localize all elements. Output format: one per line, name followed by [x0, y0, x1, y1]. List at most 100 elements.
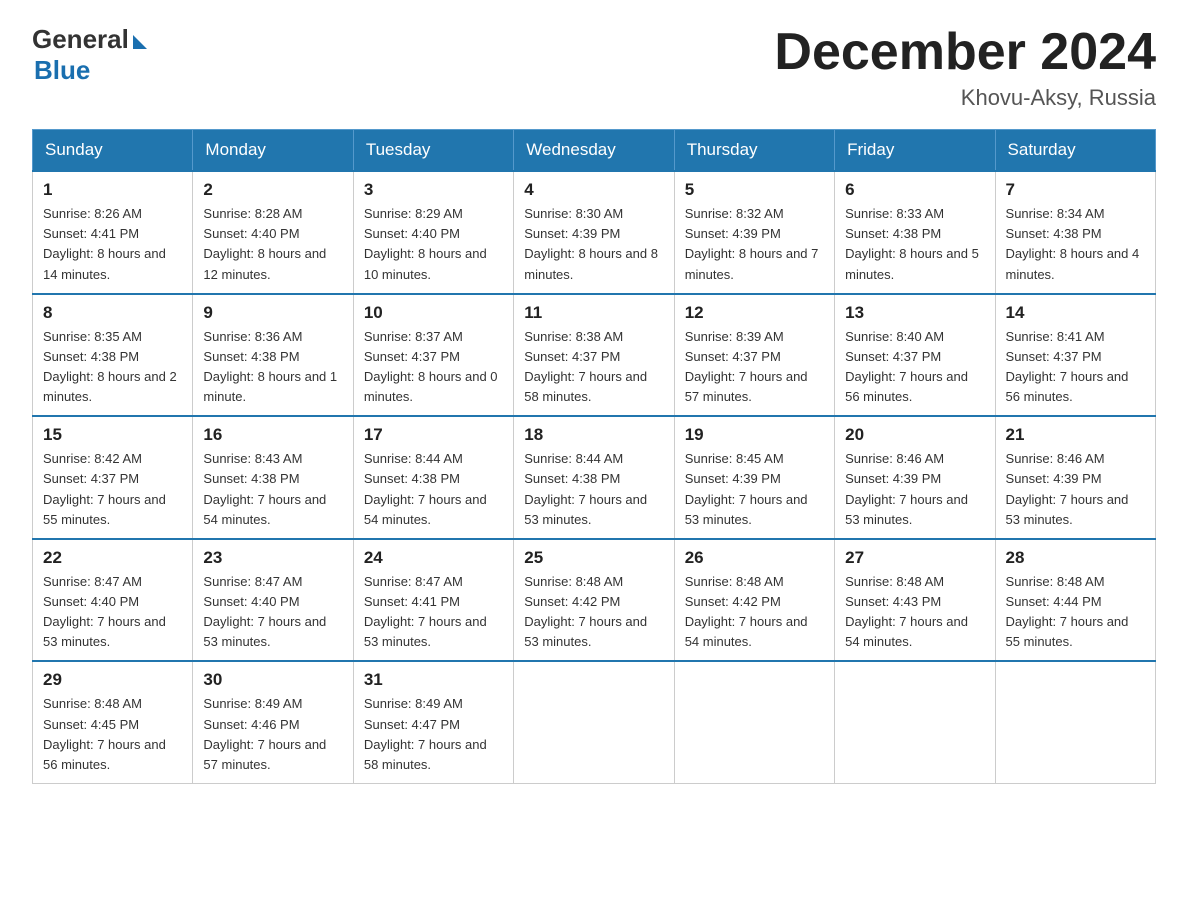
day-info: Sunrise: 8:40 AM Sunset: 4:37 PM Dayligh… — [845, 327, 984, 408]
day-number: 13 — [845, 303, 984, 323]
day-number: 16 — [203, 425, 342, 445]
table-row: 31 Sunrise: 8:49 AM Sunset: 4:47 PM Dayl… — [353, 661, 513, 783]
day-number: 31 — [364, 670, 503, 690]
table-row: 23 Sunrise: 8:47 AM Sunset: 4:40 PM Dayl… — [193, 539, 353, 662]
table-row: 27 Sunrise: 8:48 AM Sunset: 4:43 PM Dayl… — [835, 539, 995, 662]
table-row: 7 Sunrise: 8:34 AM Sunset: 4:38 PM Dayli… — [995, 171, 1155, 294]
table-row: 21 Sunrise: 8:46 AM Sunset: 4:39 PM Dayl… — [995, 416, 1155, 539]
table-row: 16 Sunrise: 8:43 AM Sunset: 4:38 PM Dayl… — [193, 416, 353, 539]
day-number: 4 — [524, 180, 663, 200]
day-number: 8 — [43, 303, 182, 323]
logo-triangle-icon — [133, 35, 147, 49]
header-wednesday: Wednesday — [514, 130, 674, 172]
day-number: 9 — [203, 303, 342, 323]
day-info: Sunrise: 8:32 AM Sunset: 4:39 PM Dayligh… — [685, 204, 824, 285]
day-info: Sunrise: 8:48 AM Sunset: 4:42 PM Dayligh… — [685, 572, 824, 653]
table-row — [835, 661, 995, 783]
day-number: 10 — [364, 303, 503, 323]
day-info: Sunrise: 8:47 AM Sunset: 4:41 PM Dayligh… — [364, 572, 503, 653]
table-row: 1 Sunrise: 8:26 AM Sunset: 4:41 PM Dayli… — [33, 171, 193, 294]
table-row: 20 Sunrise: 8:46 AM Sunset: 4:39 PM Dayl… — [835, 416, 995, 539]
table-row: 30 Sunrise: 8:49 AM Sunset: 4:46 PM Dayl… — [193, 661, 353, 783]
day-number: 5 — [685, 180, 824, 200]
day-number: 14 — [1006, 303, 1145, 323]
table-row: 3 Sunrise: 8:29 AM Sunset: 4:40 PM Dayli… — [353, 171, 513, 294]
title-area: December 2024 Khovu-Aksy, Russia — [774, 24, 1156, 111]
table-row: 13 Sunrise: 8:40 AM Sunset: 4:37 PM Dayl… — [835, 294, 995, 417]
table-row: 26 Sunrise: 8:48 AM Sunset: 4:42 PM Dayl… — [674, 539, 834, 662]
day-number: 17 — [364, 425, 503, 445]
table-row: 22 Sunrise: 8:47 AM Sunset: 4:40 PM Dayl… — [33, 539, 193, 662]
day-info: Sunrise: 8:34 AM Sunset: 4:38 PM Dayligh… — [1006, 204, 1145, 285]
table-row: 18 Sunrise: 8:44 AM Sunset: 4:38 PM Dayl… — [514, 416, 674, 539]
day-info: Sunrise: 8:38 AM Sunset: 4:37 PM Dayligh… — [524, 327, 663, 408]
day-info: Sunrise: 8:48 AM Sunset: 4:42 PM Dayligh… — [524, 572, 663, 653]
table-row: 9 Sunrise: 8:36 AM Sunset: 4:38 PM Dayli… — [193, 294, 353, 417]
day-number: 25 — [524, 548, 663, 568]
day-info: Sunrise: 8:29 AM Sunset: 4:40 PM Dayligh… — [364, 204, 503, 285]
table-row: 25 Sunrise: 8:48 AM Sunset: 4:42 PM Dayl… — [514, 539, 674, 662]
day-info: Sunrise: 8:44 AM Sunset: 4:38 PM Dayligh… — [364, 449, 503, 530]
day-info: Sunrise: 8:49 AM Sunset: 4:47 PM Dayligh… — [364, 694, 503, 775]
calendar-subtitle: Khovu-Aksy, Russia — [774, 85, 1156, 111]
day-info: Sunrise: 8:36 AM Sunset: 4:38 PM Dayligh… — [203, 327, 342, 408]
table-row: 6 Sunrise: 8:33 AM Sunset: 4:38 PM Dayli… — [835, 171, 995, 294]
calendar-title: December 2024 — [774, 24, 1156, 81]
table-row — [674, 661, 834, 783]
day-number: 29 — [43, 670, 182, 690]
table-row: 17 Sunrise: 8:44 AM Sunset: 4:38 PM Dayl… — [353, 416, 513, 539]
day-number: 21 — [1006, 425, 1145, 445]
header-friday: Friday — [835, 130, 995, 172]
calendar-header-row: Sunday Monday Tuesday Wednesday Thursday… — [33, 130, 1156, 172]
day-info: Sunrise: 8:48 AM Sunset: 4:43 PM Dayligh… — [845, 572, 984, 653]
day-number: 18 — [524, 425, 663, 445]
day-number: 3 — [364, 180, 503, 200]
day-info: Sunrise: 8:46 AM Sunset: 4:39 PM Dayligh… — [845, 449, 984, 530]
day-info: Sunrise: 8:49 AM Sunset: 4:46 PM Dayligh… — [203, 694, 342, 775]
header-thursday: Thursday — [674, 130, 834, 172]
day-number: 1 — [43, 180, 182, 200]
calendar-week-row: 22 Sunrise: 8:47 AM Sunset: 4:40 PM Dayl… — [33, 539, 1156, 662]
table-row — [514, 661, 674, 783]
day-info: Sunrise: 8:33 AM Sunset: 4:38 PM Dayligh… — [845, 204, 984, 285]
day-number: 15 — [43, 425, 182, 445]
day-info: Sunrise: 8:26 AM Sunset: 4:41 PM Dayligh… — [43, 204, 182, 285]
table-row: 8 Sunrise: 8:35 AM Sunset: 4:38 PM Dayli… — [33, 294, 193, 417]
day-info: Sunrise: 8:41 AM Sunset: 4:37 PM Dayligh… — [1006, 327, 1145, 408]
header-saturday: Saturday — [995, 130, 1155, 172]
day-info: Sunrise: 8:43 AM Sunset: 4:38 PM Dayligh… — [203, 449, 342, 530]
day-info: Sunrise: 8:48 AM Sunset: 4:45 PM Dayligh… — [43, 694, 182, 775]
table-row: 29 Sunrise: 8:48 AM Sunset: 4:45 PM Dayl… — [33, 661, 193, 783]
day-info: Sunrise: 8:48 AM Sunset: 4:44 PM Dayligh… — [1006, 572, 1145, 653]
header-tuesday: Tuesday — [353, 130, 513, 172]
day-info: Sunrise: 8:39 AM Sunset: 4:37 PM Dayligh… — [685, 327, 824, 408]
header-monday: Monday — [193, 130, 353, 172]
day-number: 20 — [845, 425, 984, 445]
day-number: 19 — [685, 425, 824, 445]
logo-general-text: General — [32, 24, 129, 55]
day-number: 2 — [203, 180, 342, 200]
logo-blue-text: Blue — [34, 55, 90, 86]
day-number: 11 — [524, 303, 663, 323]
day-number: 23 — [203, 548, 342, 568]
day-number: 26 — [685, 548, 824, 568]
table-row: 2 Sunrise: 8:28 AM Sunset: 4:40 PM Dayli… — [193, 171, 353, 294]
day-info: Sunrise: 8:44 AM Sunset: 4:38 PM Dayligh… — [524, 449, 663, 530]
logo: General Blue — [32, 24, 147, 86]
day-info: Sunrise: 8:37 AM Sunset: 4:37 PM Dayligh… — [364, 327, 503, 408]
day-number: 30 — [203, 670, 342, 690]
day-number: 24 — [364, 548, 503, 568]
day-info: Sunrise: 8:46 AM Sunset: 4:39 PM Dayligh… — [1006, 449, 1145, 530]
day-info: Sunrise: 8:47 AM Sunset: 4:40 PM Dayligh… — [203, 572, 342, 653]
day-info: Sunrise: 8:28 AM Sunset: 4:40 PM Dayligh… — [203, 204, 342, 285]
day-info: Sunrise: 8:47 AM Sunset: 4:40 PM Dayligh… — [43, 572, 182, 653]
table-row: 10 Sunrise: 8:37 AM Sunset: 4:37 PM Dayl… — [353, 294, 513, 417]
calendar-table: Sunday Monday Tuesday Wednesday Thursday… — [32, 129, 1156, 784]
day-number: 7 — [1006, 180, 1145, 200]
calendar-week-row: 1 Sunrise: 8:26 AM Sunset: 4:41 PM Dayli… — [33, 171, 1156, 294]
table-row: 28 Sunrise: 8:48 AM Sunset: 4:44 PM Dayl… — [995, 539, 1155, 662]
table-row: 24 Sunrise: 8:47 AM Sunset: 4:41 PM Dayl… — [353, 539, 513, 662]
day-info: Sunrise: 8:35 AM Sunset: 4:38 PM Dayligh… — [43, 327, 182, 408]
table-row: 19 Sunrise: 8:45 AM Sunset: 4:39 PM Dayl… — [674, 416, 834, 539]
day-number: 27 — [845, 548, 984, 568]
